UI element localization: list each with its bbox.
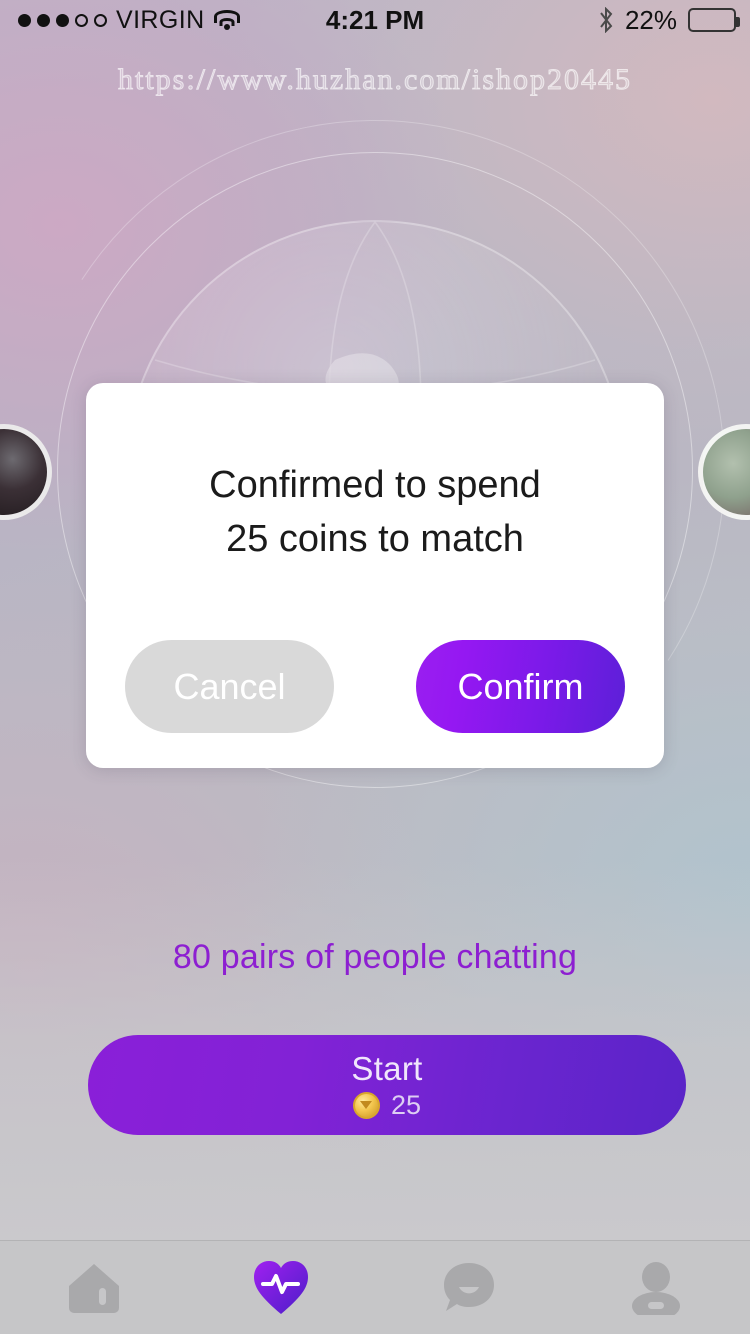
dialog-message-line-1: Confirmed to spend — [209, 464, 541, 506]
tab-profile[interactable] — [563, 1241, 750, 1334]
battery-percent-label: 22% — [624, 4, 677, 35]
status-bar-right: 22% — [598, 4, 740, 36]
battery-icon — [688, 8, 740, 32]
confirm-dialog: Confirmed to spend 25 coins to match Can… — [86, 383, 664, 768]
bluetooth-icon — [600, 7, 613, 33]
home-icon — [68, 1263, 119, 1313]
start-cost-value: 25 — [390, 1089, 422, 1120]
dialog-message-line-2: 25 coins to match — [226, 517, 524, 560]
start-button[interactable]: Start 25 — [88, 1035, 686, 1135]
person-icon — [632, 1261, 681, 1315]
tab-home[interactable] — [0, 1241, 188, 1334]
tab-match[interactable] — [188, 1241, 376, 1334]
dialog-message: Confirmed to spend 25 coins to match — [209, 459, 541, 567]
heart-pulse-icon — [254, 1260, 309, 1314]
app-screen: VIRGIN 4:21 PM 22% https://www.huzhan.co… — [0, 0, 750, 1334]
watermark-url: https://www.huzhan.com/ishop20445 — [117, 63, 633, 97]
tab-bar — [0, 1240, 750, 1334]
start-button-cost: 25 — [352, 1089, 422, 1121]
tab-chat[interactable] — [375, 1241, 563, 1334]
cancel-button[interactable]: Cancel — [125, 640, 334, 733]
status-bar: VIRGIN 4:21 PM 22% — [0, 0, 750, 40]
start-button-label: Start — [351, 1049, 423, 1087]
coin-icon — [352, 1091, 380, 1119]
chat-bubble-icon — [443, 1262, 494, 1311]
chatting-count-label: 80 pairs of people chatting — [172, 938, 578, 976]
confirm-button[interactable]: Confirm — [416, 640, 625, 733]
dialog-actions: Cancel Confirm — [86, 640, 664, 733]
